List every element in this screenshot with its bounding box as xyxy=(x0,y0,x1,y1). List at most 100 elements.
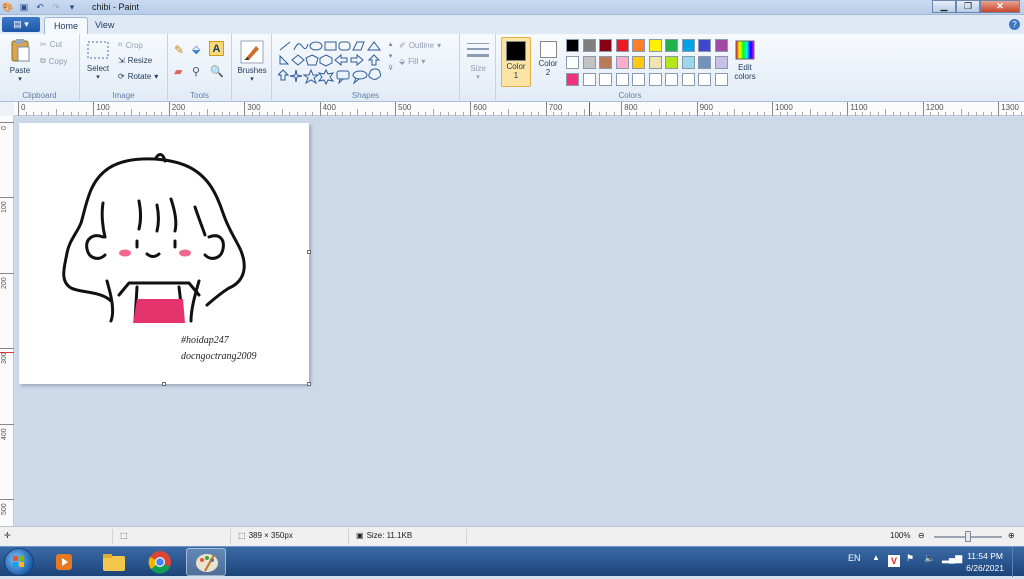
ruler-minor-tick xyxy=(25,112,27,116)
palette-swatch[interactable] xyxy=(665,56,678,69)
pencil-icon[interactable]: ✎ xyxy=(174,43,184,57)
palette-swatch[interactable] xyxy=(599,73,612,86)
language-indicator[interactable]: EN xyxy=(848,553,861,563)
redo-icon[interactable]: ↷ xyxy=(50,1,62,13)
palette-swatch[interactable] xyxy=(714,56,728,69)
action-center-icon[interactable]: ⚑ xyxy=(906,553,914,564)
palette-swatch[interactable] xyxy=(582,39,596,52)
taskbar-media-player[interactable] xyxy=(44,548,84,576)
antivirus-tray-icon[interactable]: V xyxy=(888,555,900,567)
restore-button[interactable]: ❐ xyxy=(956,0,980,13)
palette-swatch[interactable] xyxy=(632,73,645,86)
crop-button[interactable]: ⌗ Crop xyxy=(118,40,143,50)
shapes-gallery[interactable] xyxy=(278,40,390,86)
palette-swatch[interactable] xyxy=(615,56,629,69)
palette-swatch[interactable] xyxy=(714,39,728,52)
resize-handle-bottom[interactable] xyxy=(162,382,166,386)
palette-swatch[interactable] xyxy=(582,56,596,69)
customize-dropdown-icon[interactable]: ▾ xyxy=(66,1,78,13)
cut-button[interactable]: ✂ Cut xyxy=(40,40,62,49)
color2-button[interactable]: Color 2 xyxy=(534,38,562,77)
palette-swatch[interactable] xyxy=(698,56,711,69)
copy-button[interactable]: ⧉ Copy xyxy=(40,56,67,66)
palette-swatch[interactable] xyxy=(599,56,612,69)
palette-swatch[interactable] xyxy=(566,39,579,52)
palette-swatch[interactable] xyxy=(615,73,629,86)
text-icon[interactable]: A xyxy=(209,41,224,56)
palette-swatch[interactable] xyxy=(681,39,695,52)
show-desktop-button[interactable] xyxy=(1012,547,1024,577)
palette-swatch[interactable] xyxy=(648,73,662,86)
ruler-minor-tick xyxy=(824,112,826,116)
minimize-button[interactable]: ▁ xyxy=(932,0,956,13)
save-icon[interactable]: ▣ xyxy=(18,1,30,13)
tray-expand-icon[interactable]: ▲ xyxy=(872,553,880,562)
color-picker-icon[interactable]: ⚲ xyxy=(192,65,200,78)
magnifier-icon[interactable]: 🔍 xyxy=(210,65,224,78)
select-button[interactable]: Select ▾ xyxy=(84,40,112,81)
resize-handle-right[interactable] xyxy=(307,250,311,254)
palette-swatch[interactable] xyxy=(714,73,728,86)
tab-view[interactable]: View xyxy=(86,17,123,34)
palette-swatch[interactable] xyxy=(665,73,678,86)
ruler-minor-tick xyxy=(123,112,125,116)
paint-app-icon[interactable]: 🎨 xyxy=(2,1,14,13)
palette-swatch[interactable] xyxy=(681,73,695,86)
size-button[interactable]: Size ▾ xyxy=(464,40,492,81)
fill-bucket-icon[interactable]: ⬙ xyxy=(192,43,200,56)
ruler-tick xyxy=(696,102,698,116)
eraser-icon[interactable]: ▰ xyxy=(174,65,182,78)
zoom-slider-thumb[interactable] xyxy=(965,531,971,542)
ruler-minor-tick xyxy=(854,112,856,116)
resize-button[interactable]: ⇲ Resize xyxy=(118,56,152,65)
file-menu-button[interactable]: ▤ ▾ xyxy=(2,17,40,32)
ruler-tick xyxy=(18,102,19,116)
edit-colors-button[interactable]: Edit colors xyxy=(730,39,760,81)
fill-button[interactable]: ⬙ Fill ▾ xyxy=(399,57,425,66)
palette-swatch[interactable] xyxy=(566,73,579,86)
ruler-minor-tick xyxy=(410,112,412,116)
zoom-out-button[interactable]: ⊖ xyxy=(918,531,925,540)
palette-swatch[interactable] xyxy=(632,39,645,52)
taskbar-paint[interactable] xyxy=(186,548,226,576)
zoom-in-button[interactable]: ⊕ xyxy=(1008,531,1015,540)
ruler-minor-tick xyxy=(63,112,65,116)
ruler-tick-label: 0 xyxy=(21,103,26,112)
palette-swatch[interactable] xyxy=(648,39,662,52)
ruler-minor-tick xyxy=(885,109,887,116)
tab-home[interactable]: Home xyxy=(44,17,89,34)
palette-swatch[interactable] xyxy=(599,39,612,52)
cursor-position-icon: ✛ xyxy=(4,531,11,540)
undo-icon[interactable]: ↶ xyxy=(34,1,46,13)
palette-swatch[interactable] xyxy=(632,56,645,69)
palette-swatch[interactable] xyxy=(665,39,678,52)
close-button[interactable]: ✕ xyxy=(980,0,1020,13)
resize-handle-corner[interactable] xyxy=(307,382,311,386)
taskbar-chrome[interactable] xyxy=(140,548,180,576)
palette-swatch[interactable] xyxy=(681,56,695,69)
help-icon[interactable]: ? xyxy=(1009,19,1020,30)
ruler-tick xyxy=(922,102,924,116)
paste-button[interactable]: Paste ▾ xyxy=(6,38,34,83)
volume-icon[interactable]: 🔈 xyxy=(924,553,935,564)
palette-swatch[interactable] xyxy=(582,73,596,86)
brushes-button[interactable]: Brushes ▾ xyxy=(235,40,269,83)
color1-button[interactable]: Color 1 xyxy=(501,37,531,87)
outline-button[interactable]: ✐ Outline ▾ xyxy=(399,41,441,50)
palette-swatch[interactable] xyxy=(566,56,579,69)
start-button[interactable] xyxy=(4,548,34,576)
palette-swatch[interactable] xyxy=(615,39,629,52)
rotate-button[interactable]: ⟳ Rotate ▾ xyxy=(118,72,158,81)
ruler-tick-label: 100 xyxy=(1,201,8,214)
drawing-canvas[interactable]: #hoidap247 docngoctrang2009 xyxy=(19,123,309,384)
network-signal-icon[interactable]: ▂▄▆ xyxy=(942,553,962,564)
clipboard-group: Paste ▾ ✂ Cut ⧉ Copy Clipboard xyxy=(0,34,80,102)
palette-swatch[interactable] xyxy=(648,56,662,69)
taskbar: EN ▲ V ⚑ 🔈 ▂▄▆ 11:54 PM 6/26/2021 xyxy=(0,546,1024,577)
system-clock[interactable]: 11:54 PM 6/26/2021 xyxy=(966,550,1004,574)
shapes-scroll[interactable]: ▴ ▾ ⊽ xyxy=(388,40,393,72)
palette-swatch[interactable] xyxy=(698,39,711,52)
taskbar-explorer[interactable] xyxy=(94,548,134,576)
ruler-tick-label: 200 xyxy=(171,103,186,112)
palette-swatch[interactable] xyxy=(698,73,711,86)
